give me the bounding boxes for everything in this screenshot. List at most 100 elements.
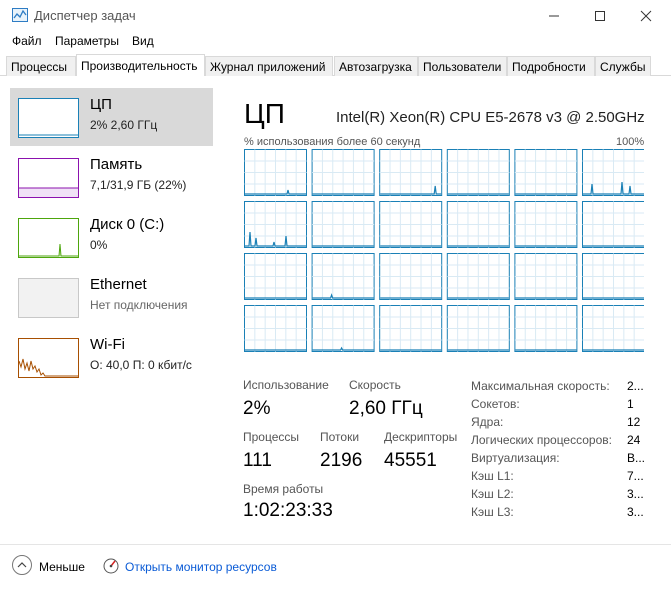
- menu-view[interactable]: Вид: [132, 34, 154, 48]
- task-manager-icon: [12, 8, 28, 22]
- cpu-core-graph: [379, 149, 443, 196]
- cpu-model-name: Intel(R) Xeon(R) CPU E5-2678 v3 @ 2.50GH…: [336, 109, 645, 126]
- tab-users[interactable]: Пользователи: [418, 56, 507, 76]
- disk-thumbnail-graph: [18, 218, 79, 258]
- info-label-cores: Ядра:: [471, 415, 504, 429]
- maximize-button[interactable]: [577, 0, 623, 32]
- info-label-l1-cache: Кэш L1:: [471, 469, 514, 483]
- fewer-details-label[interactable]: Меньше: [39, 560, 85, 574]
- minimize-button[interactable]: [531, 0, 577, 32]
- menu-options[interactable]: Параметры: [55, 34, 119, 48]
- usage-label: Использование: [243, 378, 329, 392]
- graph-max-label: 100%: [616, 136, 645, 148]
- info-label-virtualization: Виртуализация:: [471, 451, 560, 465]
- maximize-icon: [595, 11, 605, 21]
- sidebar-item-ethernet[interactable]: Ethernet Нет подключения: [10, 268, 213, 326]
- chevron-up-icon: [17, 562, 27, 568]
- open-resource-monitor-link[interactable]: Открыть монитор ресурсов: [125, 560, 277, 574]
- sidebar-item-subtitle: 7,1/31,9 ГБ (22%): [90, 178, 187, 192]
- close-button[interactable]: [623, 0, 669, 32]
- minimize-icon: [549, 15, 559, 17]
- threads-value: 2196: [320, 450, 363, 471]
- processes-value: 111: [243, 450, 272, 471]
- info-value-logical-processors: 24: [627, 433, 641, 447]
- tab-app-history[interactable]: Журнал приложений: [205, 56, 333, 76]
- tab-details[interactable]: Подробности: [507, 56, 595, 76]
- wifi-thumbnail-graph: [18, 338, 79, 378]
- info-label-l3-cache: Кэш L3:: [471, 505, 514, 519]
- sidebar-item-title: Диск 0 (C:): [90, 216, 165, 233]
- uptime-label: Время работы: [243, 482, 324, 496]
- cpu-core-graph: [582, 201, 645, 248]
- sidebar-item-title: ЦП: [90, 96, 112, 113]
- tab-services[interactable]: Службы: [595, 56, 651, 76]
- page-title: ЦП: [244, 98, 285, 129]
- cpu-core-graph: [582, 149, 645, 196]
- resource-monitor-icon[interactable]: [103, 558, 119, 574]
- tab-startup[interactable]: Автозагрузка: [334, 56, 418, 76]
- info-value-virtualization: В...: [627, 451, 646, 465]
- handles-label: Дескрипторы: [384, 430, 458, 444]
- info-value-sockets: 1: [627, 397, 634, 411]
- info-label-max-speed: Максимальная скорость:: [471, 379, 610, 393]
- info-label-l2-cache: Кэш L2:: [471, 487, 514, 501]
- fewer-details-button[interactable]: [12, 555, 32, 575]
- sidebar-item-subtitle: 2% 2,60 ГГц: [90, 118, 158, 132]
- sidebar-item-title: Память: [90, 156, 143, 173]
- sidebar-item-subtitle: 0%: [90, 238, 108, 252]
- cpu-core-graph: [446, 305, 510, 352]
- handles-value: 45551: [384, 450, 437, 471]
- info-value-l2-cache: 3...: [627, 487, 644, 501]
- graph-caption: % использования более 60 секунд: [244, 136, 421, 148]
- cpu-core-graph: [244, 253, 307, 300]
- info-value-cores: 12: [627, 415, 641, 429]
- threads-label: Потоки: [320, 430, 360, 444]
- cpu-core-graph: [244, 305, 307, 352]
- cpu-core-graph: [514, 149, 578, 196]
- sidebar-item-title: Wi-Fi: [90, 336, 125, 353]
- sidebar-item-wifi[interactable]: Wi-Fi О: 40,0 П: 0 кбит/с: [10, 328, 213, 386]
- window-title: Диспетчер задач: [34, 8, 136, 23]
- cpu-core-graphs: [244, 149, 645, 352]
- cpu-core-graph: [244, 149, 307, 196]
- cpu-core-graph: [379, 201, 443, 248]
- cpu-core-graph: [446, 201, 510, 248]
- tab-performance[interactable]: Производительность: [76, 54, 205, 77]
- sidebar-item-disk[interactable]: Диск 0 (C:) 0%: [10, 208, 213, 266]
- cpu-core-graph: [311, 305, 375, 352]
- ethernet-thumbnail-graph: [18, 278, 79, 318]
- memory-thumbnail-graph: [18, 158, 79, 198]
- info-value-l3-cache: 3...: [627, 505, 644, 519]
- info-label-logical-processors: Логических процессоров:: [471, 433, 612, 447]
- speed-value: 2,60 ГГц: [349, 398, 423, 419]
- cpu-core-graph: [379, 305, 443, 352]
- sidebar-item-memory[interactable]: Память 7,1/31,9 ГБ (22%): [10, 148, 213, 206]
- info-value-l1-cache: 7...: [627, 469, 644, 483]
- speed-label: Скорость: [349, 378, 401, 392]
- cpu-core-graph: [311, 253, 375, 300]
- usage-value: 2%: [243, 398, 271, 419]
- cpu-core-graph: [446, 149, 510, 196]
- cpu-core-graph: [244, 201, 307, 248]
- cpu-core-graph: [446, 253, 510, 300]
- cpu-core-graph: [514, 305, 578, 352]
- cpu-core-graph: [311, 201, 375, 248]
- uptime-value: 1:02:23:33: [243, 500, 333, 521]
- cpu-thumbnail-graph: [18, 98, 79, 138]
- close-icon: [640, 10, 652, 22]
- cpu-core-graph: [582, 305, 645, 352]
- title-bar: Диспетчер задач: [0, 0, 671, 32]
- menu-file[interactable]: Файл: [12, 34, 42, 48]
- info-label-sockets: Сокетов:: [471, 397, 520, 411]
- menu-bar: Файл Параметры Вид: [0, 32, 671, 52]
- processes-label: Процессы: [243, 430, 300, 444]
- cpu-core-graph: [582, 253, 645, 300]
- cpu-core-graph: [514, 201, 578, 248]
- sidebar-item-cpu[interactable]: ЦП 2% 2,60 ГГц: [10, 88, 213, 146]
- cpu-core-graph: [514, 253, 578, 300]
- info-value-max-speed: 2...: [627, 379, 644, 393]
- cpu-core-graph: [379, 253, 443, 300]
- sidebar-item-title: Ethernet: [90, 276, 147, 293]
- tab-processes[interactable]: Процессы: [6, 56, 76, 76]
- footer-bar: Меньше Открыть монитор ресурсов: [0, 544, 671, 594]
